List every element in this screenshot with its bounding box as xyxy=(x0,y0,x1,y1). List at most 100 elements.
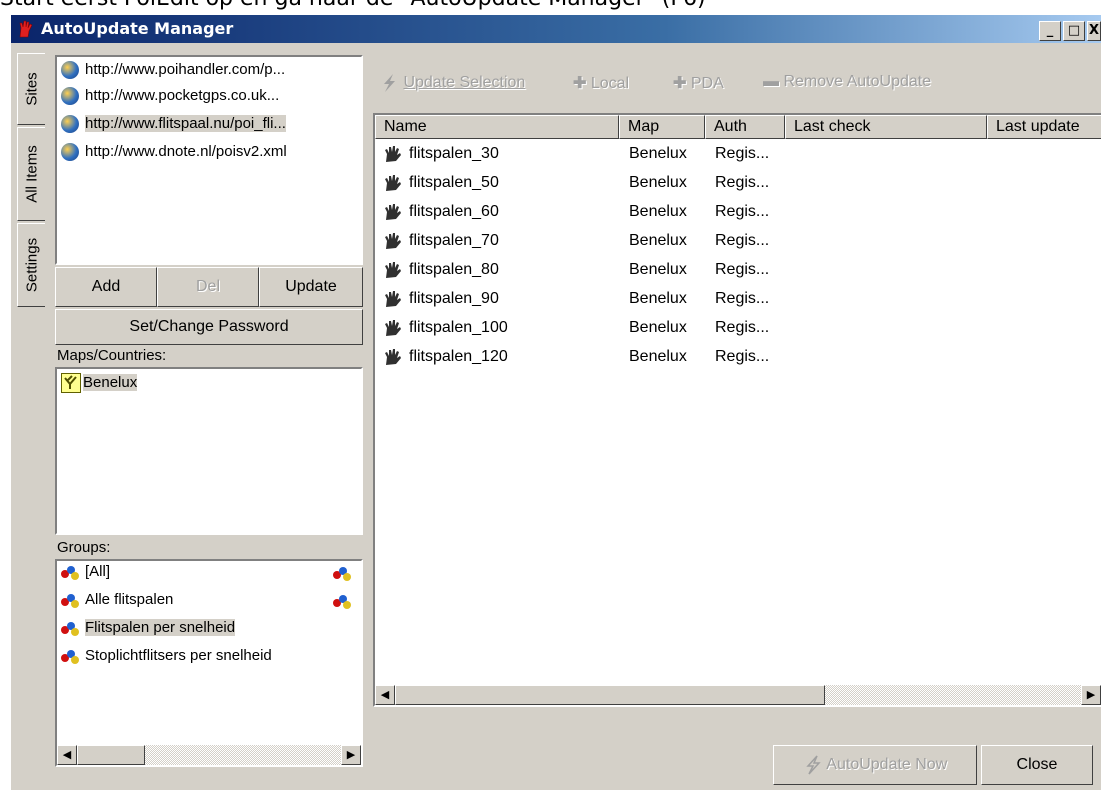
remove-autoupdate-button[interactable]: ▬ Remove AutoUpdate xyxy=(763,73,931,91)
group-icon xyxy=(61,620,81,637)
window-title: AutoUpdate Manager xyxy=(41,19,234,38)
site-url: http://www.pocketgps.co.uk... xyxy=(85,87,280,104)
delete-site-button[interactable]: Del xyxy=(157,267,259,307)
table-row[interactable]: flitspalen_120 Benelux Regis... xyxy=(375,344,1101,373)
column-header-map[interactable]: Map xyxy=(619,115,705,139)
scroll-thumb[interactable] xyxy=(77,745,145,765)
item-name: flitspalen_70 xyxy=(409,232,499,250)
left-pane: http://www.poihandler.com/p... http://ww… xyxy=(55,55,363,767)
name-cell: flitspalen_120 xyxy=(383,348,508,366)
close-window-button[interactable]: X xyxy=(1087,21,1101,41)
tab-all-items[interactable]: All Items xyxy=(17,127,45,221)
item-name: flitspalen_100 xyxy=(409,319,508,337)
maximize-icon: □ xyxy=(1067,23,1081,38)
scroll-left-button[interactable]: ◀ xyxy=(375,685,395,705)
update-selection-label: Update Selection xyxy=(403,74,526,92)
table-row[interactable]: flitspalen_50 Benelux Regis... xyxy=(375,170,1101,199)
tab-settings[interactable]: Settings xyxy=(17,223,45,307)
column-header-auth[interactable]: Auth xyxy=(705,115,785,139)
minimize-button[interactable]: _ xyxy=(1039,21,1061,41)
add-site-button[interactable]: Add xyxy=(55,267,157,307)
table-row[interactable]: flitspalen_80 Benelux Regis... xyxy=(375,257,1101,286)
set-password-button[interactable]: Set/Change Password xyxy=(55,309,363,345)
group-item-selected[interactable]: Flitspalen per snelheid xyxy=(61,619,236,643)
column-header-last-update[interactable]: Last update xyxy=(987,115,1101,139)
map-cell: Benelux xyxy=(629,232,687,249)
autoupdate-now-label: AutoUpdate Now xyxy=(826,756,948,773)
scroll-right-button[interactable]: ▶ xyxy=(341,745,361,765)
auth-cell: Regis... xyxy=(715,203,770,220)
site-item[interactable]: http://www.dnote.nl/poisv2.xml xyxy=(61,143,287,167)
item-name: flitspalen_30 xyxy=(409,145,499,163)
group-item[interactable]: Alle flitspalen xyxy=(61,591,357,615)
column-header-name[interactable]: Name xyxy=(375,115,619,139)
hand-icon xyxy=(385,320,401,336)
item-name: flitspalen_50 xyxy=(409,174,499,192)
table-row[interactable]: flitspalen_60 Benelux Regis... xyxy=(375,199,1101,228)
group-icon xyxy=(61,592,81,609)
group-icon xyxy=(61,648,81,665)
auth-cell: Regis... xyxy=(715,232,770,249)
groups-list[interactable]: [All] Alle flitspalen Flitspalen per sne… xyxy=(55,559,363,767)
groups-horizontal-scrollbar[interactable]: ◀ ▶ xyxy=(57,745,361,765)
plus-icon: ✚ xyxy=(673,75,687,92)
local-button[interactable]: ✚ Local xyxy=(573,73,629,93)
site-url: http://www.flitspaal.nu/poi_fli... xyxy=(85,115,286,132)
maps-label: Maps/Countries: xyxy=(57,347,167,364)
close-icon: X xyxy=(1088,23,1100,38)
auth-cell: Regis... xyxy=(715,145,770,162)
maximize-button[interactable]: □ xyxy=(1063,21,1085,41)
group-name: [All] xyxy=(85,563,111,580)
scroll-right-button[interactable]: ▶ xyxy=(1081,685,1101,705)
autoupdate-now-button[interactable]: AutoUpdate Now xyxy=(773,745,977,785)
hand-icon xyxy=(385,262,401,278)
site-item[interactable]: http://www.poihandler.com/p... xyxy=(61,61,285,85)
site-url: http://www.poihandler.com/p... xyxy=(85,61,286,78)
group-icon xyxy=(333,593,353,609)
title-bar[interactable]: AutoUpdate Manager _ □ X xyxy=(11,15,1101,43)
table-row[interactable]: flitspalen_90 Benelux Regis... xyxy=(375,286,1101,315)
hand-icon xyxy=(385,233,401,249)
map-cell: Benelux xyxy=(629,261,687,278)
hand-icon xyxy=(385,175,401,191)
group-name: Alle flitspalen xyxy=(85,591,174,608)
sites-list[interactable]: http://www.poihandler.com/p... http://ww… xyxy=(55,55,363,265)
scroll-left-button[interactable]: ◀ xyxy=(57,745,77,765)
name-cell: flitspalen_70 xyxy=(383,232,499,250)
group-name: Stoplichtflitsers per snelheid xyxy=(85,647,272,664)
map-name: Benelux xyxy=(83,373,138,391)
map-cell: Benelux xyxy=(629,290,687,307)
map-cell: Benelux xyxy=(629,174,687,191)
table-row[interactable]: flitspalen_100 Benelux Regis... xyxy=(375,315,1101,344)
table-horizontal-scrollbar[interactable]: ◀ ▶ xyxy=(375,685,1101,705)
update-selection-button[interactable]: Update Selection xyxy=(379,73,525,93)
close-button[interactable]: Close xyxy=(981,745,1093,785)
remove-autoupdate-label: Remove AutoUpdate xyxy=(783,73,932,90)
tab-settings-label: Settings xyxy=(23,237,40,293)
auth-cell: Regis... xyxy=(715,174,770,191)
item-name: flitspalen_60 xyxy=(409,203,499,221)
map-cell: Benelux xyxy=(629,145,687,162)
name-cell: flitspalen_80 xyxy=(383,261,499,279)
tab-sites[interactable]: Sites xyxy=(17,53,45,125)
app-hand-icon xyxy=(19,20,33,38)
column-header-last-check[interactable]: Last check xyxy=(785,115,987,139)
table-row[interactable]: flitspalen_70 Benelux Regis... xyxy=(375,228,1101,257)
lightning-icon xyxy=(806,755,821,775)
globe-icon xyxy=(61,61,79,80)
update-site-button[interactable]: Update xyxy=(259,267,363,307)
scroll-thumb[interactable] xyxy=(395,685,825,705)
table-row[interactable]: flitspalen_30 Benelux Regis... xyxy=(375,141,1101,170)
site-item-selected[interactable]: http://www.flitspaal.nu/poi_fli... xyxy=(61,115,286,139)
group-item[interactable]: Stoplichtflitsers per snelheid xyxy=(61,647,272,671)
globe-icon xyxy=(61,143,79,162)
pda-button[interactable]: ✚ PDA xyxy=(673,73,724,93)
maps-list[interactable]: Benelux xyxy=(55,367,363,535)
name-cell: flitspalen_100 xyxy=(383,319,508,337)
map-item-benelux[interactable]: Benelux xyxy=(61,373,138,397)
name-cell: flitspalen_50 xyxy=(383,174,499,192)
site-item[interactable]: http://www.pocketgps.co.uk... xyxy=(61,87,279,111)
items-table[interactable]: Name Map Auth Last check Last update fli… xyxy=(373,113,1101,707)
group-item[interactable]: [All] xyxy=(61,563,357,587)
auth-cell: Regis... xyxy=(715,348,770,365)
